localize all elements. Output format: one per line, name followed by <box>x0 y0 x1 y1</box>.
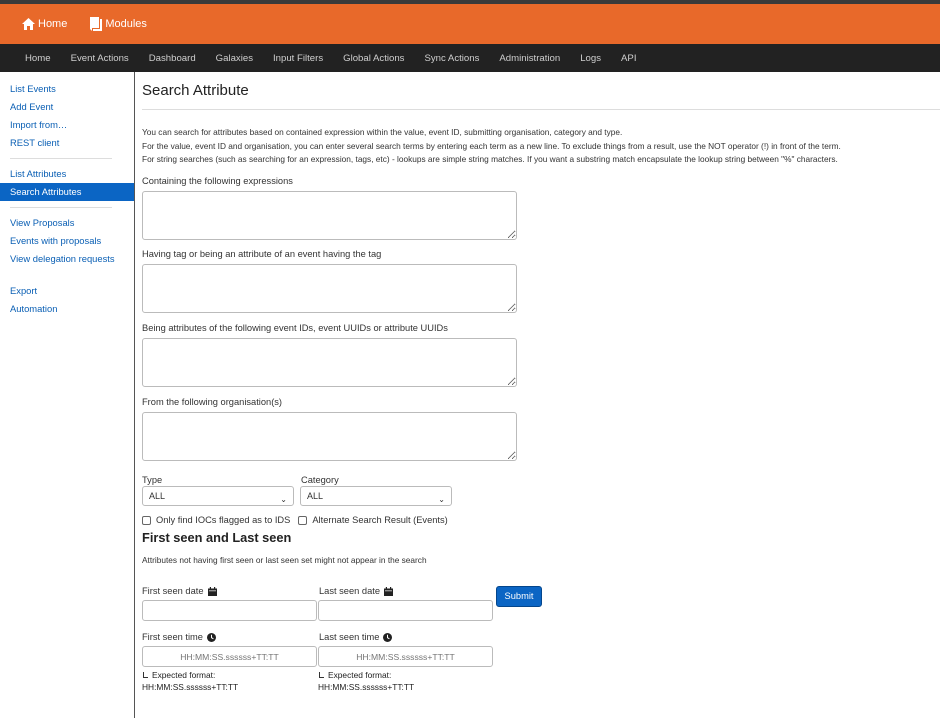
alternate-result-checkbox-label: Alternate Search Result (Events) <box>312 515 448 525</box>
nav-item-api[interactable]: API <box>621 53 636 64</box>
sidebar-item-list-attributes[interactable]: List Attributes <box>0 165 134 183</box>
book-icon <box>90 17 103 31</box>
nav-item-dashboard[interactable]: Dashboard <box>149 53 196 64</box>
clock-icon <box>206 632 216 642</box>
calendar-icon <box>207 586 217 596</box>
expected-format-label: Expected format: <box>152 670 216 680</box>
chevron-down-icon: ⌄ <box>438 495 445 504</box>
intro-line: For the value, event ID and organisation… <box>142 140 841 151</box>
last-seen-date-label-group: Last seen date <box>319 586 393 596</box>
expected-format-label: Expected format: <box>328 670 392 680</box>
home-link-label: Home <box>38 18 68 30</box>
search-options: Only find IOCs flagged as to IDS Alterna… <box>142 515 448 525</box>
event-ids-textarea[interactable] <box>142 338 517 387</box>
alternate-result-checkbox[interactable] <box>298 515 308 525</box>
org-label: From the following organisation(s) <box>142 397 283 407</box>
last-seen-time-label: Last seen time <box>319 632 380 642</box>
sidebar-item-list-events[interactable]: List Events <box>0 80 134 98</box>
sidebar-divider <box>10 207 112 208</box>
first-seen-format-hint: Expected format: HH:MM:SS.ssssss+TT:TT <box>142 669 238 693</box>
first-seen-time-label-group: First seen time <box>142 632 216 642</box>
first-seen-date-input[interactable] <box>142 600 317 621</box>
sidebar-item-export[interactable]: Export <box>0 282 134 300</box>
last-seen-time-input[interactable] <box>318 646 493 667</box>
title-divider <box>142 109 940 110</box>
main-content: Search Attribute You can search for attr… <box>142 72 940 692</box>
first-seen-time-input[interactable] <box>142 646 317 667</box>
expected-format-value: HH:MM:SS.ssssss+TT:TT <box>142 682 239 692</box>
modules-link-label: Modules <box>105 18 147 30</box>
expected-format-value: HH:MM:SS.ssssss+TT:TT <box>318 682 415 692</box>
sidebar: List Events Add Event Import from… REST … <box>0 72 135 718</box>
sidebar-divider <box>10 158 112 159</box>
tag-label: Having tag or being an attribute of an e… <box>142 249 382 259</box>
seen-heading: First seen and Last seen <box>142 530 292 545</box>
sidebar-item-rest-client[interactable]: REST client <box>0 134 134 152</box>
type-select[interactable]: ALL ⌄ <box>142 486 294 506</box>
home-link[interactable]: Home <box>22 18 67 30</box>
sidebar-item-search-attributes[interactable]: Search Attributes <box>0 183 134 201</box>
nav-item-galaxies[interactable]: Galaxies <box>216 53 253 64</box>
sidebar-item-events-with-proposals[interactable]: Events with proposals <box>0 232 134 250</box>
chevron-down-icon: ⌄ <box>280 495 287 504</box>
event-ids-label: Being attributes of the following event … <box>142 323 448 333</box>
last-seen-format-hint: Expected format: HH:MM:SS.ssssss+TT:TT <box>318 669 414 693</box>
sidebar-item-add-event[interactable]: Add Event <box>0 98 134 116</box>
ioc-checkbox[interactable] <box>142 515 151 525</box>
first-seen-time-label: First seen time <box>142 632 203 642</box>
sidebar-item-import-from[interactable]: Import from… <box>0 116 134 134</box>
nav-item-global-actions[interactable]: Global Actions <box>343 53 404 64</box>
category-select[interactable]: ALL ⌄ <box>300 486 452 506</box>
submit-button[interactable]: Submit <box>496 586 542 607</box>
corner-arrow-icon <box>319 672 324 678</box>
main-nav: Home Event Actions Dashboard Galaxies In… <box>0 44 940 72</box>
nav-item-administration[interactable]: Administration <box>499 53 560 64</box>
nav-item-home[interactable]: Home <box>25 53 51 64</box>
clock-icon <box>383 632 393 642</box>
type-label: Type <box>142 475 163 485</box>
nav-item-event-actions[interactable]: Event Actions <box>71 53 129 64</box>
expressions-textarea[interactable] <box>142 191 517 240</box>
intro-text: You can search for attributes based on c… <box>142 126 940 167</box>
last-seen-date-input[interactable] <box>318 600 493 621</box>
intro-line: You can search for attributes based on c… <box>142 127 623 137</box>
org-textarea[interactable] <box>142 412 517 461</box>
ioc-checkbox-label: Only find IOCs flagged as to IDS <box>156 515 291 525</box>
modules-link[interactable]: Modules <box>89 17 147 31</box>
top-bar: Home Modules <box>0 0 940 44</box>
nav-item-logs[interactable]: Logs <box>580 53 601 64</box>
intro-line: For string searches (such as searching f… <box>142 154 838 164</box>
sidebar-item-view-proposals[interactable]: View Proposals <box>0 214 134 232</box>
last-seen-date-label: Last seen date <box>319 586 380 596</box>
corner-arrow-icon <box>143 672 148 678</box>
nav-item-sync-actions[interactable]: Sync Actions <box>424 53 479 64</box>
tag-textarea[interactable] <box>142 264 517 313</box>
last-seen-time-label-group: Last seen time <box>319 632 393 642</box>
first-seen-date-label: First seen date <box>142 586 204 596</box>
first-seen-date-label-group: First seen date <box>142 586 217 596</box>
category-select-value: ALL <box>307 491 324 501</box>
page-title: Search Attribute <box>142 82 249 99</box>
seen-note: Attributes not having first seen or last… <box>142 555 427 565</box>
expressions-label: Containing the following expressions <box>142 176 293 186</box>
sidebar-item-view-delegation-requests[interactable]: View delegation requests <box>0 250 134 268</box>
nav-item-input-filters[interactable]: Input Filters <box>273 53 323 64</box>
calendar-icon <box>384 586 393 596</box>
home-icon <box>22 18 35 30</box>
category-label: Category <box>301 475 339 485</box>
type-select-value: ALL <box>149 491 166 501</box>
sidebar-item-automation[interactable]: Automation <box>0 300 134 318</box>
